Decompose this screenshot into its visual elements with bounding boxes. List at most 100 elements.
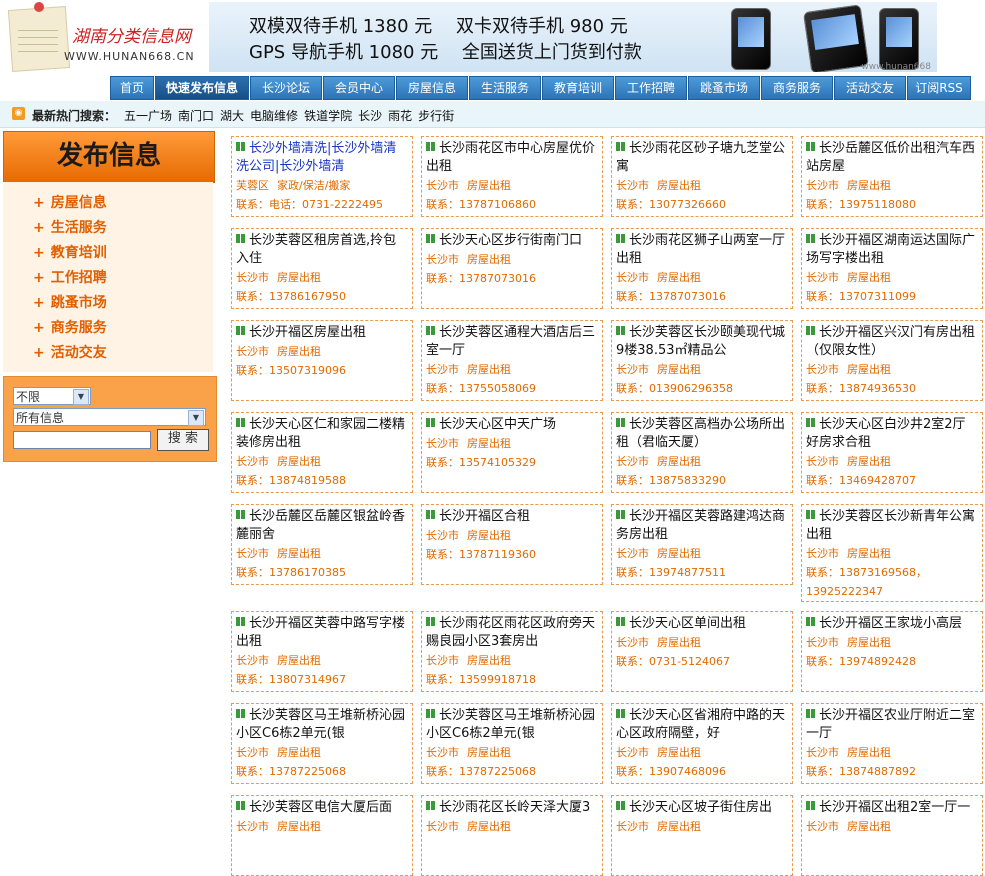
listing-area[interactable]: 长沙市 bbox=[616, 271, 649, 284]
listing-category[interactable]: 房屋出租 bbox=[277, 345, 321, 358]
listing-area[interactable]: 长沙市 bbox=[426, 437, 459, 450]
listing-area[interactable]: 长沙市 bbox=[616, 820, 649, 833]
listing-title-link[interactable]: 长沙芙蓉区长沙颐美现代城9楼38.53㎡精品公 bbox=[616, 324, 788, 360]
listing-category[interactable]: 房屋出租 bbox=[847, 455, 891, 468]
nav-item-11[interactable]: 订阅RSS bbox=[907, 76, 971, 100]
sidebar-category[interactable]: + 生活服务 bbox=[33, 217, 107, 237]
listing-area[interactable]: 长沙市 bbox=[236, 746, 269, 759]
listing-category[interactable]: 房屋出租 bbox=[277, 271, 321, 284]
sidebar-category[interactable]: + 房屋信息 bbox=[33, 192, 107, 212]
type-select[interactable]: 所有信息 ▼ bbox=[13, 408, 206, 426]
listing-area[interactable]: 长沙市 bbox=[616, 636, 649, 649]
listing-category[interactable]: 房屋出租 bbox=[277, 455, 321, 468]
listing-title-link[interactable]: 长沙天心区步行街南门口 bbox=[426, 232, 598, 250]
sidebar-category[interactable]: + 活动交友 bbox=[33, 342, 107, 362]
nav-item-8[interactable]: 跳蚤市场 bbox=[688, 76, 760, 100]
listing-category[interactable]: 房屋出租 bbox=[467, 820, 511, 833]
listing-category[interactable]: 房屋出租 bbox=[657, 636, 701, 649]
search-input[interactable] bbox=[13, 431, 151, 449]
listing-area[interactable]: 芙蓉区 bbox=[236, 179, 269, 192]
hot-keyword[interactable]: 南门口 bbox=[178, 109, 214, 123]
listing-area[interactable]: 长沙市 bbox=[806, 746, 839, 759]
listing-category[interactable]: 房屋出租 bbox=[657, 179, 701, 192]
publish-header[interactable]: 发布信息 bbox=[3, 131, 215, 183]
nav-item-9[interactable]: 商务服务 bbox=[761, 76, 833, 100]
listing-title-link[interactable]: 长沙芙蓉区租房首选,拎包入住 bbox=[236, 232, 408, 268]
listing-category[interactable]: 房屋出租 bbox=[847, 820, 891, 833]
listing-title-link[interactable]: 长沙芙蓉区长沙新青年公寓出租 bbox=[806, 508, 978, 544]
listing-area[interactable]: 长沙市 bbox=[616, 547, 649, 560]
listing-category[interactable]: 房屋出租 bbox=[847, 271, 891, 284]
hot-keyword[interactable]: 湖大 bbox=[220, 109, 244, 123]
listing-title-link[interactable]: 长沙天心区省湘府中路的天心区政府隔壁，好 bbox=[616, 707, 788, 743]
listing-title-link[interactable]: 长沙开福区兴汉门有房出租（仅限女性） bbox=[806, 324, 978, 360]
listing-area[interactable]: 长沙市 bbox=[426, 529, 459, 542]
listing-title-link[interactable]: 长沙天心区中天广场 bbox=[426, 416, 598, 434]
listing-category[interactable]: 房屋出租 bbox=[467, 529, 511, 542]
listing-area[interactable]: 长沙市 bbox=[616, 455, 649, 468]
listing-area[interactable]: 长沙市 bbox=[426, 820, 459, 833]
listing-area[interactable]: 长沙市 bbox=[806, 271, 839, 284]
listing-area[interactable]: 长沙市 bbox=[236, 820, 269, 833]
hot-keyword[interactable]: 电脑维修 bbox=[250, 109, 298, 123]
listing-area[interactable]: 长沙市 bbox=[806, 820, 839, 833]
listing-title-link[interactable]: 长沙开福区出租2室一厅一 bbox=[806, 799, 978, 817]
sidebar-category[interactable]: + 教育培训 bbox=[33, 242, 107, 262]
listing-category[interactable]: 房屋出租 bbox=[467, 654, 511, 667]
listing-area[interactable]: 长沙市 bbox=[616, 363, 649, 376]
listing-category[interactable]: 房屋出租 bbox=[657, 363, 701, 376]
listing-title-link[interactable]: 长沙芙蓉区通程大酒店后三室一厅 bbox=[426, 324, 598, 360]
nav-item-7[interactable]: 工作招聘 bbox=[615, 76, 687, 100]
rss-icon[interactable]: ◉ bbox=[12, 107, 25, 120]
hot-keyword[interactable]: 雨花 bbox=[388, 109, 412, 123]
listing-category[interactable]: 房屋出租 bbox=[277, 654, 321, 667]
listing-category[interactable]: 房屋出租 bbox=[847, 547, 891, 560]
nav-item-2[interactable]: 长沙论坛 bbox=[250, 76, 322, 100]
listing-area[interactable]: 长沙市 bbox=[426, 746, 459, 759]
search-button[interactable]: 搜 索 bbox=[157, 429, 209, 451]
listing-category[interactable]: 房屋出租 bbox=[657, 820, 701, 833]
listing-title-link[interactable]: 长沙开福区湖南运达国际广场写字楼出租 bbox=[806, 232, 978, 268]
listing-title-link[interactable]: 长沙雨花区狮子山两室一厅出租 bbox=[616, 232, 788, 268]
listing-area[interactable]: 长沙市 bbox=[806, 547, 839, 560]
sidebar-category[interactable]: + 工作招聘 bbox=[33, 267, 107, 287]
listing-category[interactable]: 房屋出租 bbox=[467, 746, 511, 759]
listing-category[interactable]: 家政/保洁/搬家 bbox=[277, 179, 350, 192]
hot-keyword[interactable]: 铁道学院 bbox=[304, 109, 352, 123]
listing-title-link[interactable]: 长沙天心区单间出租 bbox=[616, 615, 788, 633]
listing-title-link[interactable]: 长沙芙蓉区马王堆新桥沁园小区C6栋2单元(银 bbox=[426, 707, 598, 743]
listing-area[interactable]: 长沙市 bbox=[806, 179, 839, 192]
site-logo[interactable]: 湖南分类信息网 WWW.HUNAN668.CN bbox=[4, 2, 204, 72]
listing-title-link[interactable]: 长沙芙蓉区马王堆新桥沁园小区C6栋2单元(银 bbox=[236, 707, 408, 743]
nav-item-6[interactable]: 教育培训 bbox=[542, 76, 614, 100]
hot-keyword[interactable]: 五一广场 bbox=[124, 109, 172, 123]
listing-title-link[interactable]: 长沙外墙清洗|长沙外墙清洗公司|长沙外墙清 bbox=[236, 140, 408, 176]
hot-keyword[interactable]: 长沙 bbox=[358, 109, 382, 123]
listing-title-link[interactable]: 长沙岳麓区低价出租汽车西站房屋 bbox=[806, 140, 978, 176]
listing-category[interactable]: 房屋出租 bbox=[467, 363, 511, 376]
listing-category[interactable]: 房屋出租 bbox=[467, 179, 511, 192]
listing-area[interactable]: 长沙市 bbox=[616, 746, 649, 759]
listing-title-link[interactable]: 长沙天心区仁和家园二楼精装修房出租 bbox=[236, 416, 408, 452]
listing-title-link[interactable]: 长沙开福区芙蓉路建鸿达商务房出租 bbox=[616, 508, 788, 544]
listing-area[interactable]: 长沙市 bbox=[806, 636, 839, 649]
listing-category[interactable]: 房屋出租 bbox=[657, 547, 701, 560]
listing-area[interactable]: 长沙市 bbox=[236, 654, 269, 667]
listing-title-link[interactable]: 长沙雨花区长岭天泽大厦3 bbox=[426, 799, 598, 817]
sidebar-category[interactable]: + 跳蚤市场 bbox=[33, 292, 107, 312]
listing-title-link[interactable]: 长沙芙蓉区高档办公场所出租（君临天厦） bbox=[616, 416, 788, 452]
nav-item-1[interactable]: 快速发布信息 bbox=[155, 76, 249, 100]
listing-title-link[interactable]: 长沙雨花区雨花区政府旁天赐良园小区3套房出 bbox=[426, 615, 598, 651]
nav-item-0[interactable]: 首页 bbox=[110, 76, 154, 100]
listing-category[interactable]: 房屋出租 bbox=[657, 271, 701, 284]
ad-banner[interactable]: 双模双待手机 1380 元 双卡双待手机 980 元 GPS 导航手机 1080… bbox=[209, 2, 937, 72]
listing-title-link[interactable]: 长沙雨花区市中心房屋优价出租 bbox=[426, 140, 598, 176]
hot-keyword[interactable]: 步行街 bbox=[418, 109, 454, 123]
range-select[interactable]: 不限 ▼ bbox=[13, 387, 91, 405]
listing-title-link[interactable]: 长沙天心区坡子街住房出 bbox=[616, 799, 788, 817]
listing-category[interactable]: 房屋出租 bbox=[847, 363, 891, 376]
listing-area[interactable]: 长沙市 bbox=[236, 271, 269, 284]
listing-category[interactable]: 房屋出租 bbox=[467, 437, 511, 450]
listing-title-link[interactable]: 长沙开福区房屋出租 bbox=[236, 324, 408, 342]
listing-category[interactable]: 房屋出租 bbox=[277, 547, 321, 560]
